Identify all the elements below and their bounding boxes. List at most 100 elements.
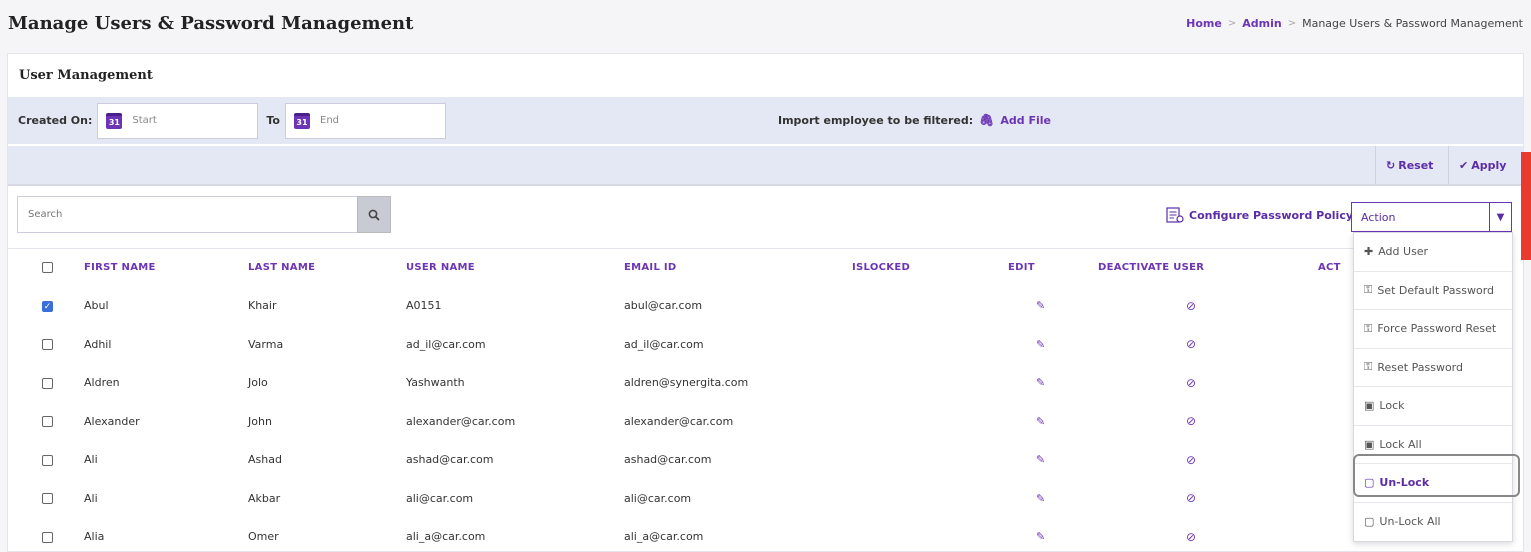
row-checkbox-cell bbox=[8, 364, 84, 403]
side-feedback-tab[interactable] bbox=[1521, 152, 1531, 260]
import-employee: Import employee to be filtered: 🖇︎ Add F… bbox=[778, 113, 1051, 127]
end-placeholder: End bbox=[320, 115, 340, 126]
email-cell: abul@car.com bbox=[624, 299, 703, 313]
edit-icon[interactable]: ✎ bbox=[1036, 530, 1045, 543]
breadcrumb-separator: > bbox=[1287, 17, 1297, 29]
last-name-cell: Jolo bbox=[248, 376, 268, 390]
search-button[interactable] bbox=[357, 196, 391, 233]
table-row: Ali Akbar ali@car.com ali@car.com ✎ ⊘ bbox=[8, 479, 1438, 518]
table-row: Ali Ashad ashad@car.com ashad@car.com ✎ … bbox=[8, 441, 1438, 480]
col-deactivate-user: DEACTIVATE USER bbox=[1098, 248, 1318, 287]
add-file-link[interactable]: Add File bbox=[1000, 114, 1051, 127]
edit-icon[interactable]: ✎ bbox=[1036, 376, 1045, 389]
first-name-cell: Abul bbox=[84, 299, 109, 313]
menu-item-unlock-all[interactable]: ▢ Un-Lock All bbox=[1354, 503, 1512, 542]
page-header: Manage Users & Password Management Home … bbox=[0, 0, 1531, 46]
row-checkbox[interactable]: ✓ bbox=[42, 300, 53, 312]
col-islocked[interactable]: ISLOCKED bbox=[852, 248, 1008, 287]
col-first-name[interactable]: FIRST NAME bbox=[84, 248, 248, 287]
page-title: Manage Users & Password Management bbox=[8, 12, 414, 34]
reset-button[interactable]: ↻ Reset bbox=[1375, 146, 1448, 184]
menu-item-label: Set Default Password bbox=[1377, 283, 1495, 297]
deactivate-cell: ⊘ bbox=[1098, 287, 1318, 326]
deactivate-icon[interactable]: ⊘ bbox=[1186, 376, 1196, 390]
deactivate-icon[interactable]: ⊘ bbox=[1186, 453, 1196, 467]
select-all-checkbox[interactable] bbox=[42, 262, 53, 273]
edit-icon[interactable]: ✎ bbox=[1036, 453, 1045, 466]
col-user-name[interactable]: USER NAME bbox=[406, 248, 624, 287]
first-name-cell: Alia bbox=[84, 530, 105, 544]
user-name-cell: ali_a@car.com bbox=[406, 530, 486, 544]
deactivate-icon[interactable]: ⊘ bbox=[1186, 299, 1196, 313]
islocked-cell bbox=[852, 325, 1008, 364]
breadcrumb-current: Manage Users & Password Management bbox=[1302, 16, 1523, 30]
row-checkbox[interactable] bbox=[42, 531, 53, 543]
deactivate-icon[interactable]: ⊘ bbox=[1186, 337, 1196, 351]
deactivate-icon[interactable]: ⊘ bbox=[1186, 530, 1196, 544]
edit-cell: ✎ bbox=[1008, 518, 1098, 552]
breadcrumb-home[interactable]: Home bbox=[1186, 17, 1222, 30]
row-checkbox[interactable] bbox=[42, 377, 53, 389]
last-name-cell: Akbar bbox=[248, 491, 281, 505]
deactivate-icon[interactable]: ⊘ bbox=[1186, 414, 1196, 428]
menu-item-reset-password[interactable]: ⚿ Reset Password bbox=[1354, 349, 1512, 387]
start-date-field[interactable]: 31 Start bbox=[97, 102, 259, 139]
row-checkbox[interactable] bbox=[42, 416, 53, 428]
col-last-name[interactable]: LAST NAME bbox=[248, 248, 406, 287]
edit-icon[interactable]: ✎ bbox=[1036, 338, 1045, 351]
user-name-cell: ashad@car.com bbox=[406, 453, 494, 467]
email-cell: aldren@synergita.com bbox=[624, 376, 749, 390]
breadcrumb-admin[interactable]: Admin bbox=[1242, 17, 1281, 30]
islocked-cell bbox=[852, 402, 1008, 441]
breadcrumb: Home > Admin > Manage Users & Password M… bbox=[1186, 17, 1523, 30]
reset-label: Reset bbox=[1398, 158, 1434, 172]
islocked-cell bbox=[852, 287, 1008, 326]
action-dropdown[interactable]: Action ▼ bbox=[1351, 202, 1512, 232]
menu-item-label: Un-Lock All bbox=[1379, 515, 1441, 529]
menu-item-force-password-reset[interactable]: ⚿ Force Password Reset bbox=[1354, 310, 1512, 349]
chevron-down-icon[interactable]: ▼ bbox=[1489, 203, 1511, 231]
end-date-field[interactable]: 31 End bbox=[285, 102, 446, 139]
islocked-cell bbox=[852, 364, 1008, 403]
menu-item-lock[interactable]: ▣ Lock bbox=[1354, 387, 1512, 426]
first-name-cell: Adhil bbox=[84, 337, 112, 351]
table-row: Alia Omer ali_a@car.com ali_a@car.com ✎ … bbox=[8, 518, 1438, 552]
created-on-label: Created On: bbox=[18, 114, 93, 127]
menu-item-label: Force Password Reset bbox=[1377, 322, 1497, 336]
row-checkbox-cell: ✓ bbox=[8, 287, 84, 326]
first-name-cell: Aldren bbox=[84, 376, 120, 390]
first-name-cell: Alexander bbox=[84, 414, 140, 428]
key-icon: ⚿ bbox=[1364, 321, 1373, 335]
config-policy-label: Configure Password Policy bbox=[1189, 208, 1354, 222]
user-name-cell: A0151 bbox=[406, 299, 442, 313]
filter-action-row: ↻ Reset ✔ Apply bbox=[8, 146, 1523, 186]
last-name-cell: Omer bbox=[248, 530, 279, 544]
row-checkbox[interactable] bbox=[42, 454, 53, 466]
col-email-id[interactable]: EMAIL ID bbox=[624, 248, 852, 287]
menu-item-label: Lock bbox=[1379, 399, 1405, 413]
edit-icon[interactable]: ✎ bbox=[1036, 299, 1045, 312]
search-input[interactable] bbox=[17, 196, 357, 233]
user-name-cell: ad_il@car.com bbox=[406, 337, 486, 351]
email-cell: ad_il@car.com bbox=[624, 337, 704, 351]
edit-icon[interactable]: ✎ bbox=[1036, 492, 1045, 505]
email-cell: alexander@car.com bbox=[624, 414, 734, 428]
menu-item-set-default-password[interactable]: ⚿ Set Default Password bbox=[1354, 272, 1512, 310]
calendar-icon: 31 bbox=[106, 112, 123, 129]
edit-cell: ✎ bbox=[1008, 402, 1098, 441]
edit-icon[interactable]: ✎ bbox=[1036, 415, 1045, 428]
menu-item-label: Add User bbox=[1378, 245, 1429, 259]
apply-button[interactable]: ✔ Apply bbox=[1448, 146, 1523, 184]
menu-item-label: Lock All bbox=[1379, 437, 1422, 451]
menu-item-add-user[interactable]: ✚ Add User bbox=[1354, 233, 1512, 272]
table-row: ✓ Abul Khair A0151 abul@car.com ✎ ⊘ bbox=[8, 287, 1438, 326]
configure-password-policy-link[interactable]: Configure Password Policy bbox=[1166, 207, 1353, 223]
deactivate-icon[interactable]: ⊘ bbox=[1186, 491, 1196, 505]
row-checkbox[interactable] bbox=[42, 493, 53, 505]
lock-icon: ▣ bbox=[1364, 437, 1375, 451]
import-label: Import employee to be filtered: bbox=[778, 113, 974, 127]
paperclip-icon: 🖇︎ bbox=[979, 113, 995, 127]
row-checkbox[interactable] bbox=[42, 339, 53, 351]
edit-cell: ✎ bbox=[1008, 479, 1098, 518]
check-circle-icon: ✔ bbox=[1459, 158, 1469, 172]
